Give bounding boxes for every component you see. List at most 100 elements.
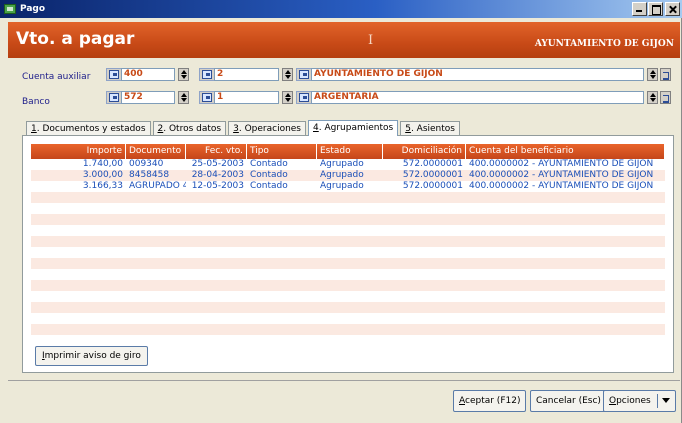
minimize-icon[interactable] <box>632 2 647 16</box>
cuenta-sub-spinner[interactable] <box>282 68 293 81</box>
col-tipo[interactable]: Tipo <box>247 144 317 159</box>
banco-sub-lookup-button[interactable] <box>199 91 215 104</box>
agrupamientos-grid[interactable]: Importe Documento Fec. vto. Tipo Estado … <box>31 144 665 342</box>
print-aviso-giro-button[interactable]: Imprimir aviso de giro <box>35 346 148 366</box>
cell-cuenta-beneficiario: 400.0000002 - AYUNTAMIENTO DE GIJON <box>469 181 654 191</box>
maximize-icon[interactable] <box>648 2 663 16</box>
table-row[interactable] <box>31 291 665 302</box>
lookup-icon <box>109 93 119 102</box>
pago-window: Pago Vto. a pagar I AYUNTAMIENTO DE GIJO… <box>0 0 682 423</box>
footer-divider <box>8 380 680 381</box>
table-row[interactable]: 3.166,33 AGRUPADO 4 F 12-05-2003 Contado Agr… <box>31 181 665 192</box>
cuenta-sub-field[interactable]: 2 <box>214 68 279 81</box>
banco-name-spinner[interactable] <box>647 91 658 104</box>
grid-header: Importe Documento Fec. vto. Tipo Estado … <box>31 144 665 159</box>
cuenta-name-field[interactable]: AYUNTAMIENTO DE GIJON <box>311 68 644 81</box>
tab-otros-datos[interactable]: 2. Otros datos <box>152 121 227 136</box>
col-estado[interactable]: Estado <box>317 144 383 159</box>
banco-sub-field[interactable]: 1 <box>214 91 279 104</box>
lookup-icon <box>299 93 309 102</box>
cell-domiciliacion: 572.0000001 <box>402 181 463 191</box>
cuenta-name-lookup-button[interactable] <box>296 68 312 81</box>
banco-code-lookup-button[interactable] <box>106 91 122 104</box>
window-title: Pago <box>20 4 46 14</box>
text-cursor-icon: I <box>368 33 374 48</box>
cell-documento: 009340 <box>129 159 164 169</box>
cuenta-name-spinner[interactable] <box>647 68 658 81</box>
cell-documento: AGRUPADO 4 F <box>129 181 186 191</box>
cell-fec-vto: 12-05-2003 <box>191 181 244 191</box>
table-row[interactable] <box>31 192 665 203</box>
table-row[interactable] <box>31 203 665 214</box>
table-row[interactable] <box>31 258 665 269</box>
page-header: Vto. a pagar I AYUNTAMIENTO DE GIJON <box>8 22 680 58</box>
cancel-button[interactable]: Cancelar (Esc) <box>530 390 607 412</box>
table-row[interactable]: 3.000,00 8458458 28-04-2003 Contado Agrupado… <box>31 170 665 181</box>
cell-documento: 8458458 <box>129 170 170 180</box>
cell-tipo: Contado <box>250 181 288 191</box>
banco-name-lookup-button[interactable] <box>296 91 312 104</box>
cuenta-code-spinner[interactable] <box>178 68 189 81</box>
cell-importe: 1.740,00 <box>82 159 123 169</box>
grid-body: 1.740,00 009340 25-05-2003 Contado Agrupado 5… <box>31 159 665 335</box>
cuenta-sub-lookup-button[interactable] <box>199 68 215 81</box>
page-title: Vto. a pagar <box>16 29 135 49</box>
tab-label: . Operaciones <box>238 124 301 134</box>
banco-code-field[interactable]: 572 <box>121 91 175 104</box>
col-cuenta-beneficiario[interactable]: Cuenta del beneficiario <box>466 144 665 159</box>
app-icon <box>4 4 16 14</box>
banco-name-field[interactable]: ARGENTARIA <box>311 91 644 104</box>
entity-name: AYUNTAMIENTO DE GIJON <box>534 39 674 49</box>
table-row[interactable] <box>31 302 665 313</box>
cell-estado: Agrupado <box>320 181 364 191</box>
tab-label: . Agrupamientos <box>318 123 394 133</box>
lookup-icon <box>202 70 212 79</box>
tab-asientos[interactable]: 5. Asientos <box>400 121 460 136</box>
table-row[interactable] <box>31 225 665 236</box>
lookup-icon <box>299 70 309 79</box>
banco-code-spinner[interactable] <box>178 91 189 104</box>
agrupamientos-panel: Importe Documento Fec. vto. Tipo Estado … <box>22 135 674 373</box>
close-icon[interactable] <box>665 2 680 16</box>
tab-documentos[interactable]: 1. Documentos y estados <box>26 121 151 136</box>
col-fec-vto[interactable]: Fec. vto. <box>186 144 247 159</box>
cuenta-code-lookup-button[interactable] <box>106 68 122 81</box>
table-row[interactable] <box>31 269 665 280</box>
button-label: mprimir aviso de giro <box>44 351 141 361</box>
cell-estado: Agrupado <box>320 170 364 180</box>
button-label: ceptar (F12) <box>465 396 521 406</box>
col-documento[interactable]: Documento <box>126 144 186 159</box>
chevron-down-icon[interactable] <box>661 398 670 403</box>
tab-strip: 1. Documentos y estados 2. Otros datos 3… <box>26 120 462 136</box>
tab-label: . Documentos y estados <box>36 124 146 134</box>
cuenta-code-field[interactable]: 400 <box>121 68 175 81</box>
col-domiciliacion[interactable]: Domiciliación <box>383 144 466 159</box>
table-row[interactable] <box>31 247 665 258</box>
cell-tipo: Contado <box>250 159 288 169</box>
accept-button[interactable]: Aceptar (F12) <box>453 390 527 412</box>
cell-cuenta-beneficiario: 400.0000002 - AYUNTAMIENTO DE GIJON <box>469 170 654 180</box>
lookup-icon <box>109 70 119 79</box>
cell-fec-vto: 25-05-2003 <box>191 159 244 169</box>
tab-agrupamientos[interactable]: 4. Agrupamientos <box>308 120 399 136</box>
tab-label: . Otros datos <box>163 124 222 134</box>
table-row[interactable]: 1.740,00 009340 25-05-2003 Contado Agrupado 5… <box>31 159 665 170</box>
title-bar[interactable]: Pago <box>0 0 682 18</box>
table-row[interactable] <box>31 280 665 291</box>
table-row[interactable] <box>31 236 665 247</box>
cell-domiciliacion: 572.0000001 <box>402 170 463 180</box>
table-row[interactable] <box>31 324 665 335</box>
col-importe[interactable]: Importe <box>31 144 126 159</box>
banco-sub-spinner[interactable] <box>282 91 293 104</box>
cuenta-link-icon[interactable] <box>660 68 671 81</box>
banco-link-icon[interactable] <box>660 91 671 104</box>
cuenta-auxiliar-label: Cuenta auxiliar <box>22 72 91 82</box>
table-row[interactable] <box>31 214 665 225</box>
cell-fec-vto: 28-04-2003 <box>191 170 244 180</box>
table-row[interactable] <box>31 313 665 324</box>
tab-operaciones[interactable]: 3. Operaciones <box>228 121 306 136</box>
button-label: pciones <box>616 396 651 406</box>
cell-importe: 3.166,33 <box>82 181 123 191</box>
options-button[interactable]: Opciones <box>603 390 676 412</box>
lookup-icon <box>202 93 212 102</box>
